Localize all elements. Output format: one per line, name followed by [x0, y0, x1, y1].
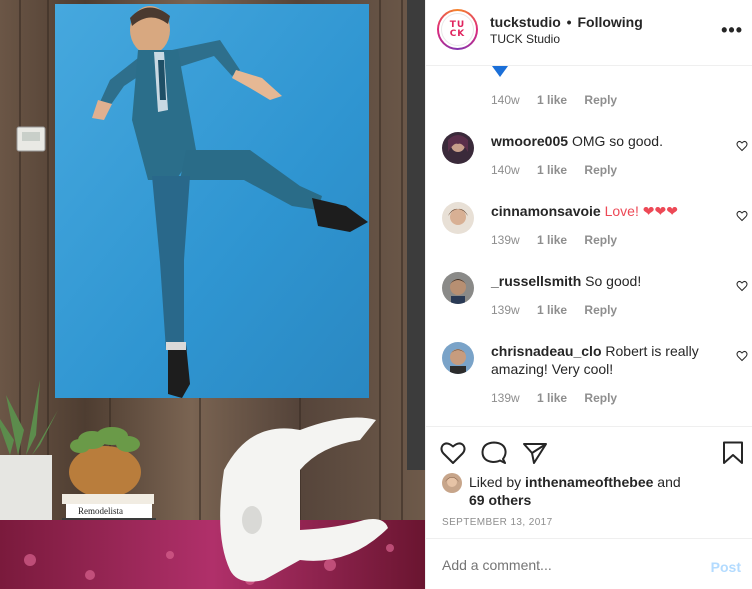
- comment-input[interactable]: [442, 557, 692, 573]
- comment-time: 139w: [491, 303, 520, 317]
- reply-button[interactable]: Reply: [584, 163, 617, 177]
- blue-heart-icon: [492, 66, 508, 77]
- like-comment-heart-icon[interactable]: [736, 210, 748, 222]
- reply-button[interactable]: Reply: [584, 391, 617, 405]
- post-photo[interactable]: Remodelista: [0, 0, 425, 589]
- comment-username[interactable]: chrisnadeau_clo: [491, 343, 602, 359]
- comment-bubble-icon[interactable]: [481, 441, 507, 465]
- liked-by-prefix: Liked by: [469, 474, 522, 490]
- comment-username[interactable]: cinnamonsavoie: [491, 203, 601, 219]
- like-comment-heart-icon[interactable]: [736, 140, 748, 152]
- avatar-logo-bottom: CK: [449, 28, 466, 39]
- like-heart-icon[interactable]: [440, 441, 466, 465]
- post-actions: Liked by inthenameofthebee and 69 others…: [426, 426, 752, 538]
- comment-username[interactable]: _russellsmith: [491, 273, 581, 289]
- reply-button[interactable]: Reply: [584, 303, 617, 317]
- painting-scene: Remodelista: [0, 0, 425, 589]
- add-comment-bar: Post: [426, 538, 752, 589]
- post-detail-panel: TU CK tuckstudio • Following TUCK Studio…: [425, 0, 752, 589]
- location-link[interactable]: TUCK Studio: [490, 32, 560, 46]
- comment-likes-link[interactable]: 1 like: [537, 391, 567, 405]
- comment-time: 139w: [491, 233, 520, 247]
- commenter-avatar[interactable]: [442, 272, 474, 304]
- comment-time: 140w: [491, 93, 520, 107]
- commenter-avatar[interactable]: [442, 132, 474, 164]
- post-comment-button[interactable]: Post: [711, 559, 741, 575]
- comment-likes-link[interactable]: 1 like: [537, 163, 567, 177]
- liked-by-and: and: [657, 474, 681, 490]
- reply-button[interactable]: Reply: [584, 93, 617, 107]
- commenter-avatar[interactable]: [442, 342, 474, 374]
- liker-username-link[interactable]: inthenameofthebee: [525, 474, 653, 490]
- comment-time: 140w: [491, 163, 520, 177]
- comment-likes-link[interactable]: 1 like: [537, 303, 567, 317]
- comment-meta: 140w 1 like Reply: [491, 163, 631, 177]
- comment-text: So good!: [585, 273, 642, 289]
- caption-meta: 140w 1 like Reply: [491, 93, 631, 107]
- reply-button[interactable]: Reply: [584, 233, 617, 247]
- comment-likes-link[interactable]: 1 like: [537, 233, 567, 247]
- book-title: Remodelista: [78, 506, 123, 516]
- comment-time: 139w: [491, 391, 520, 405]
- comment-username[interactable]: wmoore005: [491, 133, 568, 149]
- comments-list[interactable]: 140w 1 like Reply wmoore005 OMG so good.…: [426, 66, 752, 426]
- following-button[interactable]: Following: [577, 14, 642, 30]
- separator-dot: •: [566, 14, 572, 30]
- commenter-avatar[interactable]: [442, 202, 474, 234]
- username-link[interactable]: tuckstudio: [490, 14, 561, 30]
- like-comment-heart-icon[interactable]: [736, 280, 748, 292]
- liker-avatar[interactable]: [442, 473, 462, 493]
- comment-meta: 139w 1 like Reply: [491, 303, 631, 317]
- comment-text: Love! ❤❤❤: [604, 203, 678, 219]
- avatar[interactable]: TU CK: [437, 9, 478, 50]
- share-send-icon[interactable]: [522, 441, 548, 465]
- post-date[interactable]: SEPTEMBER 13, 2017: [442, 517, 553, 528]
- post-header: TU CK tuckstudio • Following TUCK Studio…: [426, 0, 752, 66]
- comment-meta: 139w 1 like Reply: [491, 391, 631, 405]
- save-bookmark-icon[interactable]: [722, 441, 744, 465]
- more-options-button[interactable]: •••: [721, 20, 743, 41]
- other-likes-link[interactable]: 69 others: [469, 492, 531, 508]
- comment-text: OMG so good.: [571, 133, 663, 149]
- comment-meta: 139w 1 like Reply: [491, 233, 631, 247]
- comment-likes-link[interactable]: 1 like: [537, 93, 567, 107]
- like-comment-heart-icon[interactable]: [736, 350, 748, 362]
